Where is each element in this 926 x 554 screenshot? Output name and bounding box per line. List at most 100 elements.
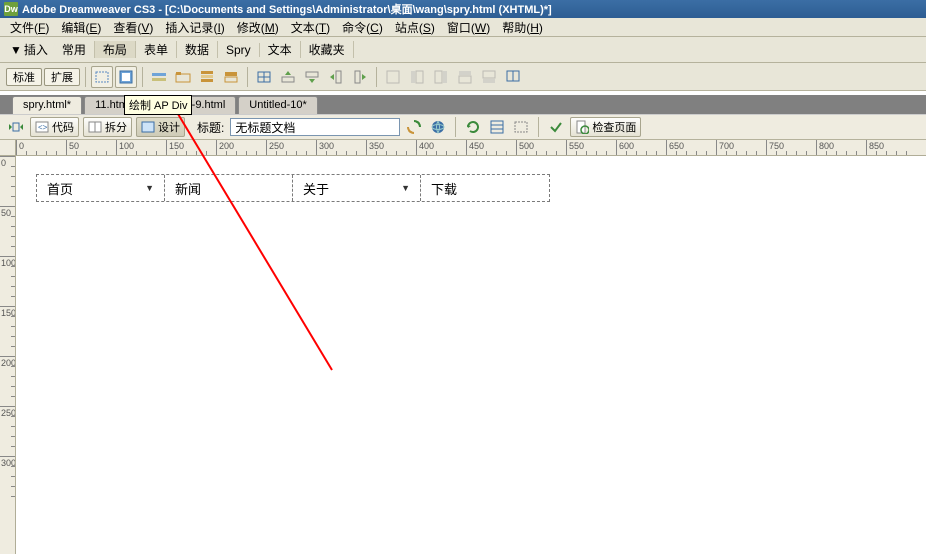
frames-icon [481, 69, 497, 85]
split-icon [88, 120, 102, 134]
spry-collapsible-button[interactable] [220, 66, 242, 88]
insert-dropdown[interactable]: ▼ 插入 [4, 41, 54, 58]
doc-tab-untitled10[interactable]: Untitled-10* [238, 96, 317, 114]
menu-edit[interactable]: 编辑(E) [55, 19, 107, 36]
globe-icon [430, 119, 446, 135]
insert-category-bar: ▼ 插入 常用 布局 表单 数据 Spry 文本 收藏夹 [0, 37, 926, 63]
insert-col-right-button[interactable] [349, 66, 371, 88]
spry-item-home[interactable]: 首页▼ [37, 175, 165, 201]
insert-col-left-button[interactable] [325, 66, 347, 88]
frames-bottom-button[interactable] [478, 66, 500, 88]
menu-help[interactable]: 帮助(H) [496, 19, 549, 36]
insert-div-tag-button[interactable] [91, 66, 113, 88]
design-icon [141, 120, 155, 134]
svg-text:<>: <> [38, 123, 48, 132]
menu-bar: 文件(F) 编辑(E) 查看(V) 插入记录(I) 修改(M) 文本(T) 命令… [0, 18, 926, 37]
file-management-button[interactable] [404, 117, 424, 137]
tabbed-icon [175, 69, 191, 85]
preview-browser-button[interactable] [428, 117, 448, 137]
spry-item-about[interactable]: 关于▼ [293, 175, 421, 201]
document-toolbar: <>代码 拆分 设计 标题: 检查页面 [0, 114, 926, 140]
insert-row-above-button[interactable] [277, 66, 299, 88]
check-page-icon [575, 120, 589, 134]
tooltip-draw-ap-div: 绘制 AP Div [124, 95, 192, 115]
col-left-icon [328, 69, 344, 85]
doc-tab-spry[interactable]: spry.html* [12, 96, 82, 114]
table-icon [256, 69, 272, 85]
insert-tab-spry[interactable]: Spry [218, 43, 260, 57]
menu-commands[interactable]: 命令(C) [336, 19, 389, 36]
spry-menu-bar[interactable]: 首页▼ 新闻 关于▼ 下载 [36, 174, 550, 202]
refresh-button[interactable] [463, 117, 483, 137]
document-page[interactable]: 首页▼ 新闻 关于▼ 下载 [16, 156, 926, 554]
check-page-button[interactable]: 检查页面 [570, 117, 641, 137]
insert-tab-layout[interactable]: 布局 [95, 41, 136, 58]
separator [538, 117, 539, 137]
insert-row-below-button[interactable] [301, 66, 323, 88]
design-canvas[interactable]: 0501001502002503003504004505005506006507… [0, 140, 926, 554]
menu-view[interactable]: 查看(V) [107, 19, 159, 36]
vertical-ruler: 050100150200250300 [0, 156, 16, 554]
iframe-icon [385, 69, 401, 85]
iframe-button[interactable] [382, 66, 404, 88]
frames-top-button[interactable] [454, 66, 476, 88]
document-title-input[interactable] [230, 118, 400, 136]
table-button[interactable] [253, 66, 275, 88]
separator [376, 67, 377, 87]
separator [247, 67, 248, 87]
row-below-icon [304, 69, 320, 85]
menu-site[interactable]: 站点(S) [389, 19, 441, 36]
nav-button[interactable] [6, 117, 26, 137]
menu-file[interactable]: 文件(F) [4, 19, 55, 36]
div-icon [94, 69, 110, 85]
frames-icon [409, 69, 425, 85]
dreamweaver-app-icon: Dw [4, 2, 18, 16]
separator [455, 117, 456, 137]
insert-tab-text[interactable]: 文本 [260, 41, 301, 58]
insert-tab-forms[interactable]: 表单 [136, 41, 177, 58]
spry-tabbed-button[interactable] [172, 66, 194, 88]
view-design-button[interactable]: 设计 [136, 117, 185, 137]
view-split-button[interactable]: 拆分 [83, 117, 132, 137]
draw-ap-div-button[interactable] [115, 66, 137, 88]
chevron-down-icon: ▼ [145, 183, 154, 193]
title-label: 标题: [197, 119, 224, 136]
menu-text[interactable]: 文本(T) [285, 19, 336, 36]
window-title-bar: Dw Adobe Dreamweaver CS3 - [C:\Documents… [0, 0, 926, 18]
separator [85, 67, 86, 87]
frames-left-button[interactable] [406, 66, 428, 88]
horizontal-ruler: 0501001502002503003504004505005506006507… [16, 140, 926, 156]
validate-button[interactable] [546, 117, 566, 137]
spry-item-news[interactable]: 新闻 [165, 175, 293, 201]
menu-window[interactable]: 窗口(W) [441, 19, 496, 36]
separator [142, 67, 143, 87]
sync-icon [406, 119, 422, 135]
frames-icon [433, 69, 449, 85]
validate-icon [548, 119, 564, 135]
insert-tab-favorites[interactable]: 收藏夹 [301, 41, 354, 58]
mode-standard-button[interactable]: 标准 [6, 68, 42, 86]
frames-icon [457, 69, 473, 85]
visual-aids-icon [513, 119, 529, 135]
col-right-icon [352, 69, 368, 85]
spry-menubar-button[interactable] [148, 66, 170, 88]
view-code-button[interactable]: <>代码 [30, 117, 79, 137]
spry-item-download[interactable]: 下载 [421, 175, 549, 201]
refresh-icon [465, 119, 481, 135]
insert-tab-data[interactable]: 数据 [177, 41, 218, 58]
code-icon: <> [35, 120, 49, 134]
spry-accordion-button[interactable] [196, 66, 218, 88]
menu-insert[interactable]: 插入记录(I) [159, 19, 230, 36]
frames-right-button[interactable] [430, 66, 452, 88]
insert-tab-common[interactable]: 常用 [54, 41, 95, 58]
row-above-icon [280, 69, 296, 85]
menu-modify[interactable]: 修改(M) [231, 19, 285, 36]
frames-dropdown-button[interactable] [502, 66, 524, 88]
view-options-button[interactable] [487, 117, 507, 137]
accordion-icon [199, 69, 215, 85]
collapsible-icon [223, 69, 239, 85]
insert-toolbar: 标准 扩展 [0, 63, 926, 91]
mode-expanded-button[interactable]: 扩展 [44, 68, 80, 86]
menubar-icon [151, 69, 167, 85]
visual-aids-button[interactable] [511, 117, 531, 137]
